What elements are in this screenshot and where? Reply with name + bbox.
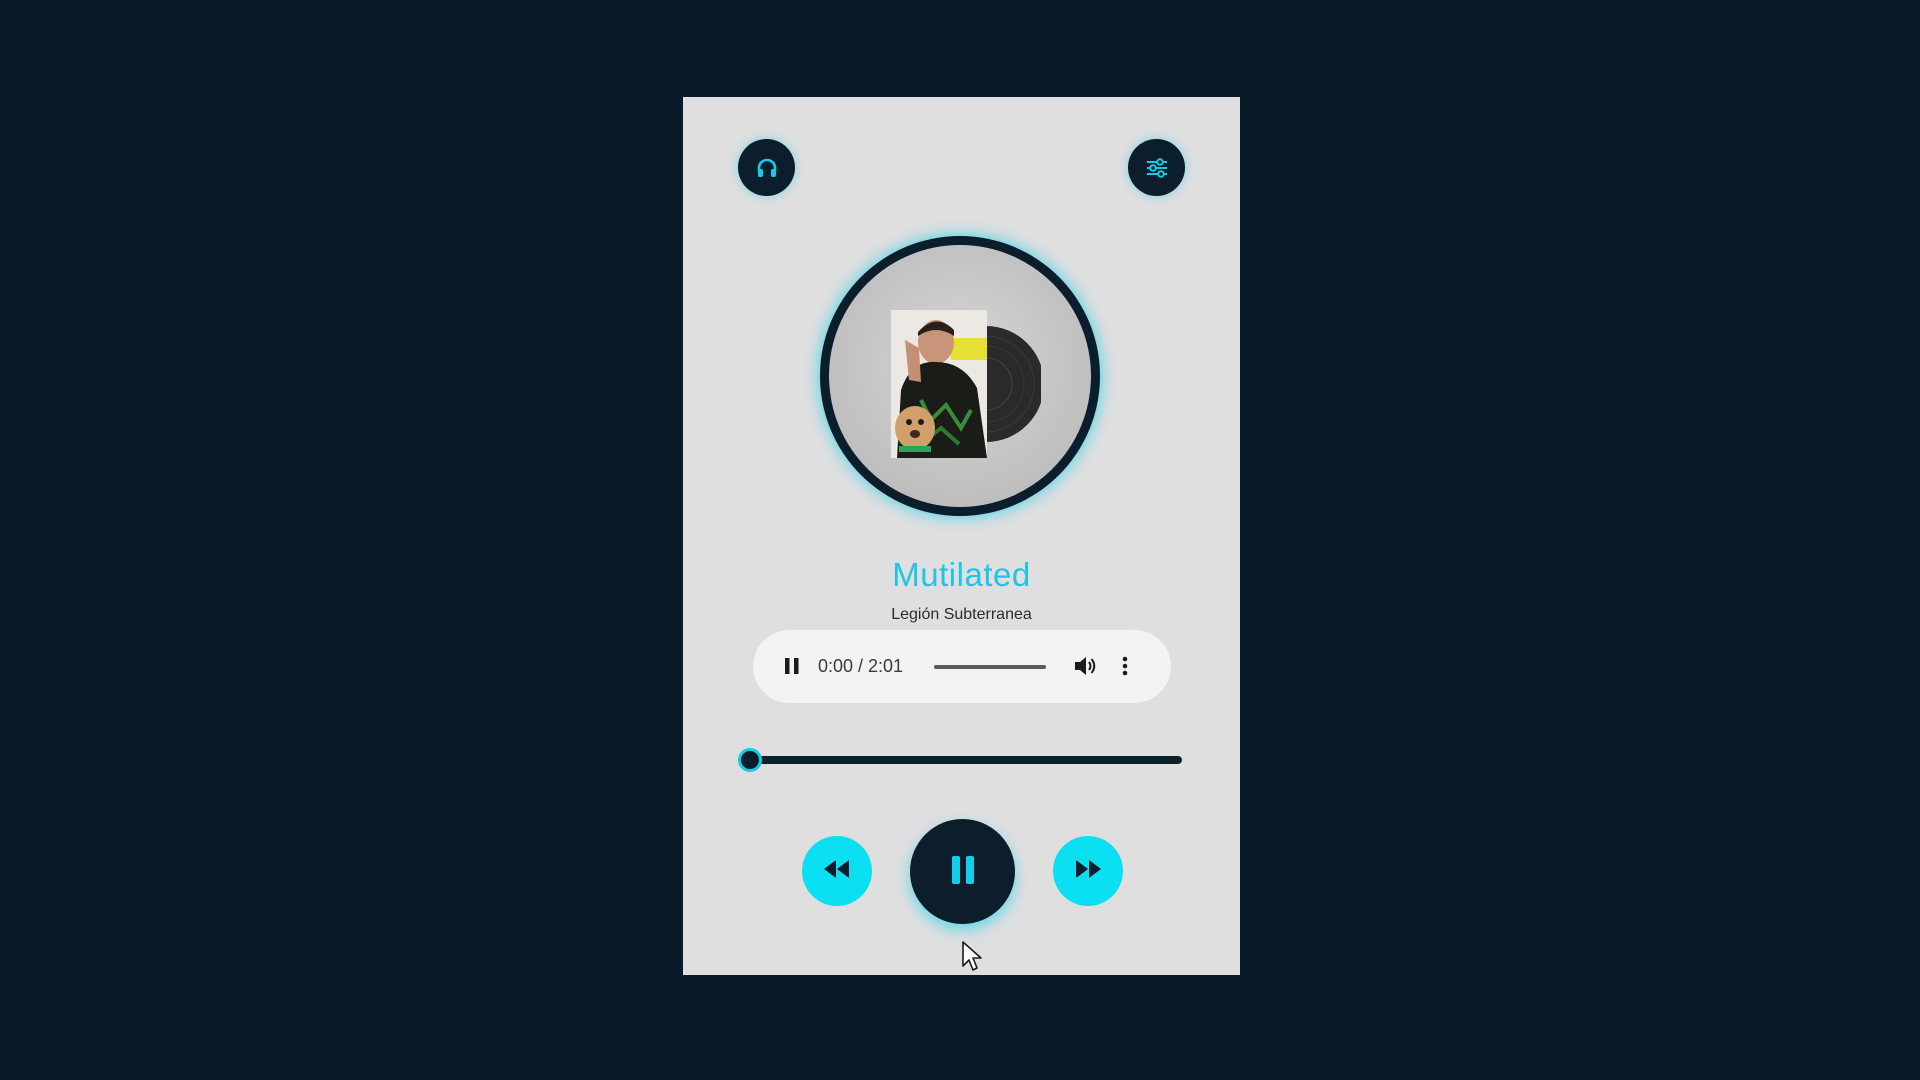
- previous-track-button[interactable]: [802, 836, 872, 906]
- headphones-button[interactable]: [738, 139, 795, 196]
- native-audio-player[interactable]: 0:00 / 2:01: [753, 630, 1171, 703]
- more-vertical-icon[interactable]: [1120, 655, 1130, 677]
- audio-time-display: 0:00 / 2:01: [818, 656, 904, 676]
- seek-thumb[interactable]: [738, 748, 762, 772]
- pause-icon[interactable]: [782, 656, 802, 676]
- sliders-icon: [1144, 156, 1170, 180]
- next-track-button[interactable]: [1053, 836, 1123, 906]
- album-disc: [820, 236, 1100, 516]
- fast-forward-icon: [1075, 860, 1101, 882]
- seek-track[interactable]: [738, 756, 1182, 764]
- seek-bar[interactable]: [738, 748, 1182, 772]
- volume-icon[interactable]: [1073, 655, 1097, 677]
- song-artist: Legión Subterranea: [891, 606, 1032, 623]
- album-cover-image: [891, 310, 1041, 458]
- headphones-icon: [755, 156, 779, 180]
- song-title: Mutilated: [892, 556, 1031, 593]
- album-disc-inner: [829, 245, 1091, 507]
- play-pause-button[interactable]: [910, 819, 1015, 924]
- settings-button[interactable]: [1128, 139, 1185, 196]
- mouse-cursor-icon: [961, 940, 983, 974]
- audio-progress-track[interactable]: [934, 665, 1046, 669]
- pause-icon: [950, 855, 976, 889]
- music-player-card: Mutilated Legión Subterranea 0:00 / 2:01: [683, 97, 1240, 975]
- rewind-icon: [824, 860, 850, 882]
